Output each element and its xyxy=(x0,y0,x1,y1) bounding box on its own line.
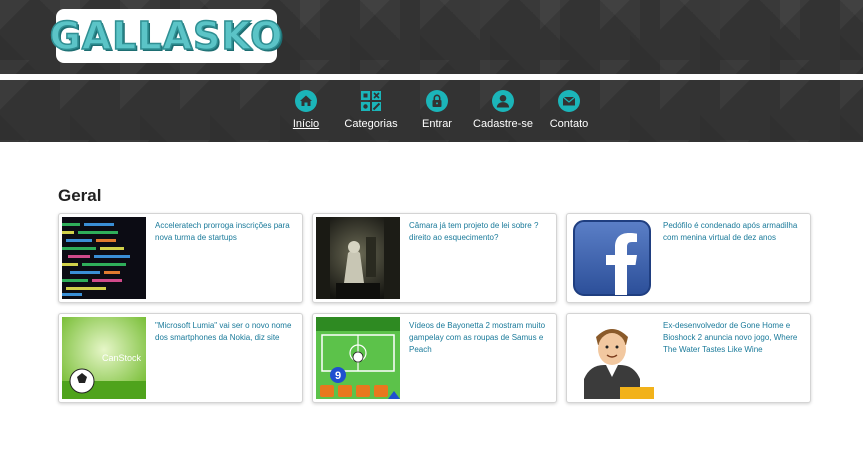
nav-label-categorias: Categorias xyxy=(344,118,398,130)
nav-item-entrar[interactable]: Entrar xyxy=(420,90,454,136)
article-title[interactable]: Ex-desenvolvedor de Gone Home e Bioshock… xyxy=(663,320,805,356)
nav-item-contato[interactable]: Contato xyxy=(548,90,590,136)
article-card[interactable]: Pedófilo é condenado após armadilha com … xyxy=(566,213,811,303)
main-nav: Início Categorias Entrar Cadastre-se Con… xyxy=(0,80,863,142)
article-card[interactable]: Câmara já tem projeto de lei sobre ?dire… xyxy=(312,213,557,303)
article-thumbnail-soccer: CanStock xyxy=(62,317,146,399)
article-thumbnail-hallway xyxy=(316,217,400,299)
nav-label-cadastre-se: Cadastre-se xyxy=(473,118,533,130)
user-icon xyxy=(492,90,514,112)
nav-item-inicio[interactable]: Início xyxy=(291,90,321,136)
article-title[interactable]: Câmara já tem projeto de lei sobre ?dire… xyxy=(409,220,551,244)
article-title[interactable]: Vídeos de Bayonetta 2 mostram muito gamp… xyxy=(409,320,551,356)
nav-item-cadastre-se[interactable]: Cadastre-se xyxy=(473,90,533,136)
article-title[interactable]: Acceleratech prorroga inscrições para no… xyxy=(155,220,297,244)
facebook-logo-image xyxy=(570,217,654,299)
nav-label-entrar: Entrar xyxy=(422,118,452,130)
categories-icon xyxy=(360,90,382,112)
article-card[interactable]: 9 Vídeos de Bayonetta 2 mostram muito ga… xyxy=(312,313,557,403)
article-card[interactable]: Ex-desenvolvedor de Gone Home e Bioshock… xyxy=(566,313,811,403)
article-title[interactable]: "Microsoft Lumia" vai ser o novo nome do… xyxy=(155,320,297,344)
nav-label-inicio: Início xyxy=(292,118,320,130)
article-thumbnail-character xyxy=(570,317,654,399)
nav-label-contato: Contato xyxy=(549,118,589,130)
section-title: Geral xyxy=(58,186,102,205)
article-title[interactable]: Pedófilo é condenado após armadilha com … xyxy=(663,220,805,244)
mail-icon xyxy=(558,90,580,112)
article-thumbnail-game: 9 xyxy=(316,317,400,399)
home-icon xyxy=(295,90,317,112)
logo-text: GALLASKO xyxy=(49,13,284,59)
article-card[interactable]: Acceleratech prorroga inscrições para no… xyxy=(58,213,303,303)
nav-item-categorias[interactable]: Categorias xyxy=(343,90,399,136)
article-card[interactable]: CanStock "Microsoft Lumia" vai ser o nov… xyxy=(58,313,303,403)
lock-icon xyxy=(426,90,448,112)
watermark-text: CanStock xyxy=(102,353,142,363)
article-thumbnail-code xyxy=(62,217,146,299)
game-number: 9 xyxy=(335,370,341,382)
site-logo[interactable]: GALLASKO xyxy=(49,9,283,63)
site-header: GALLASKO xyxy=(0,0,863,74)
